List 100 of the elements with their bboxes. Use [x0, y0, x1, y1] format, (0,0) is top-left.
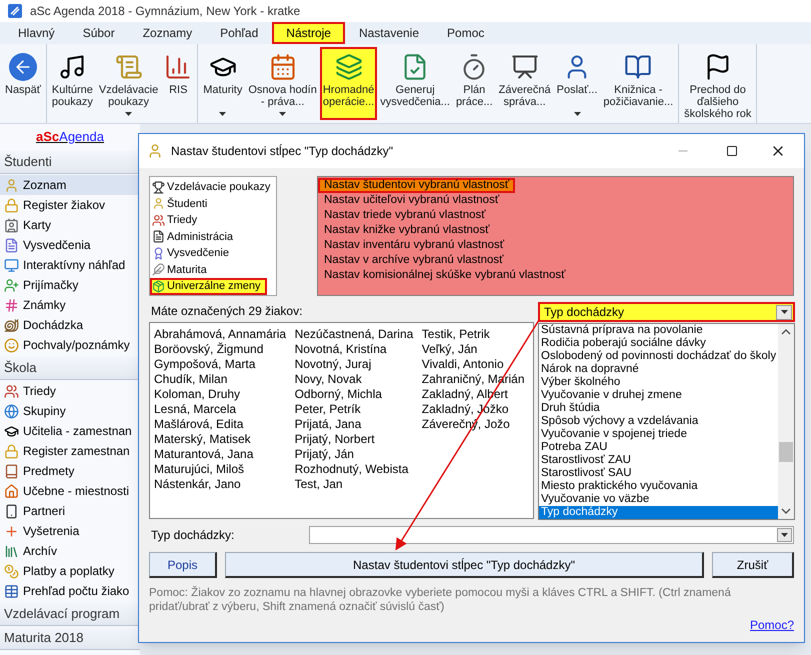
dropdown-option[interactable]: Starostlivosť ZAU [539, 454, 778, 467]
sidebar-item[interactable]: Karty [0, 215, 140, 235]
value-dropdown[interactable] [309, 526, 794, 544]
action-item[interactable]: Nastav učiteľovi vybranú vlastnosť [318, 193, 506, 208]
sidebar-item[interactable]: Platby a poplatky [0, 561, 140, 581]
sidebar-item[interactable]: Register žiakov [0, 195, 140, 215]
category-item[interactable]: Triedy [150, 212, 204, 228]
dropdown-option[interactable]: Starostlivosť SAU [539, 467, 778, 480]
logo-link[interactable]: aScAgenda [36, 127, 104, 147]
menu-tab[interactable]: Pohľad [206, 22, 272, 44]
action-item[interactable]: Nastav triede vybranú vlastnosť [318, 208, 492, 223]
student-name: Odborný, Michla [294, 387, 383, 402]
menu-tab[interactable]: Hlavný [4, 22, 69, 44]
dropdown-option[interactable]: Vyučovanie v druhej zmene [539, 389, 778, 402]
sidebar-section-header[interactable]: Študenti [0, 150, 140, 174]
scrollbar[interactable] [778, 324, 794, 519]
dropdown-option[interactable]: Typ dochádzky [539, 506, 778, 519]
app-icon [8, 4, 22, 18]
category-item[interactable]: Maturita [150, 262, 213, 278]
coins-icon [4, 564, 19, 578]
card-icon [4, 218, 19, 232]
apply-button[interactable]: Nastav študentovi stĺpec "Typ dochádzky" [225, 552, 704, 578]
student-name: Abrahámová, Annamária [154, 327, 288, 342]
sidebar-item[interactable]: Partneri [0, 501, 140, 521]
maximize-icon[interactable] [726, 145, 738, 157]
student-name: Materský, Matisek [154, 432, 252, 447]
dropdown-option[interactable]: Výber školného [539, 376, 778, 389]
cancel-button[interactable]: Zrušiť [712, 552, 794, 578]
sidebar-section-header[interactable]: Maturita 2018 [0, 626, 140, 650]
dropdown-option[interactable]: Nárok na dopravné [539, 363, 778, 376]
caret-icon [780, 310, 788, 314]
dropdown-option[interactable]: Miesto praktického vyučovania [539, 480, 778, 493]
caret-icon [279, 112, 286, 116]
student-name: Nástenkár, Jano [154, 477, 242, 492]
student-name: Peter, Petrík [294, 402, 362, 417]
action-item[interactable]: Nastav komisionálnej skúške vybranú vlastnosť [318, 268, 572, 283]
chart-board-icon [510, 53, 539, 81]
sidebar-item[interactable]: Prijímačky [0, 275, 140, 295]
toolbar-button[interactable]: Plán práce... [452, 47, 496, 120]
action-item[interactable]: Nastav inventáru vybranú vlastnosť [318, 238, 510, 253]
toolbar-button[interactable]: Osnova hodín - práva... [245, 47, 320, 120]
dropdown-option[interactable]: Rodičia poberajú sociálne dávky [539, 337, 778, 350]
sidebar-item[interactable]: Triedy [0, 381, 140, 401]
dropdown-option[interactable]: Vyučovanie vo väzbe [539, 493, 778, 506]
sidebar-item[interactable]: Register zamestnan [0, 441, 140, 461]
dropdown-option[interactable]: Spôsob výchovy a vzdelávania [539, 415, 778, 428]
category-item[interactable]: Vysvedčenie [150, 245, 235, 262]
category-item[interactable]: Študenti [150, 196, 214, 212]
action-item[interactable]: Nastav knižke vybranú vlastnosť [318, 223, 496, 238]
sidebar-item[interactable]: Vyšetrenia [0, 521, 140, 541]
toolbar-button[interactable]: Vzdelávacie poukazy [96, 47, 162, 120]
toolbar-button[interactable]: Maturity [200, 47, 246, 120]
toolbar-button[interactable]: Hromadné operácie... [320, 47, 378, 120]
sidebar-section-header[interactable]: Vzdelávací program [0, 602, 140, 626]
category-item[interactable]: Univerzálne zmeny [150, 278, 267, 294]
menu-tab[interactable]: Nástroje [272, 22, 345, 44]
sidebar-item[interactable]: Interaktívny náhľad [0, 255, 140, 275]
sidebar-item[interactable]: Učitelia - zamestnan [0, 421, 140, 441]
description-button[interactable]: Popis [149, 552, 217, 578]
toolbar-button[interactable]: Knižnica - požičiavanie... [600, 47, 676, 120]
action-item[interactable]: Nastav v archíve vybranú vlastnosť [318, 253, 510, 268]
student-name: Maturantová, Jana [154, 447, 254, 462]
sidebar-item[interactable]: Dochádzka [0, 315, 140, 335]
student-name: Novotný, Juraj [294, 357, 372, 372]
toolbar-button[interactable]: Generuj vysvedčenia... [377, 47, 453, 120]
toolbar-button[interactable]: Kultúrne poukazy [48, 47, 96, 120]
sidebar-item[interactable]: Prehľad počtu žiako [0, 581, 140, 601]
dropdown-option[interactable]: Sústavná príprava na povolanie [539, 324, 778, 337]
sidebar-item[interactable]: Archív [0, 541, 140, 561]
sidebar-item[interactable]: Pochvaly/poznámky [0, 335, 140, 355]
menu-tab[interactable]: Súbor [68, 22, 129, 44]
menu-tab[interactable]: Nastavenie [344, 22, 434, 44]
person-icon [147, 143, 163, 159]
sidebar-item[interactable]: Vysvedčenia [0, 235, 140, 255]
category-item[interactable]: Administrácia [150, 228, 240, 245]
dropdown-option[interactable]: Vyučovanie v spojenej triede [539, 428, 778, 441]
sidebar-section-header[interactable]: Škola [0, 356, 140, 380]
toolbar-button[interactable]: Poslať... [554, 47, 600, 120]
student-name: Prijatý, Norbert [294, 432, 376, 447]
toolbar-button[interactable]: Prechod do ďalšieho školského rok [681, 47, 754, 120]
toolbar-button[interactable]: Naspäť [2, 47, 44, 120]
menu-tab[interactable]: Zoznamy [128, 22, 206, 44]
toolbar-button[interactable]: Záverečná správa... [496, 47, 554, 120]
action-item[interactable]: Nastav študentovi vybranú vlastnosť [318, 178, 516, 193]
student-name: Prijatá, Jana [294, 417, 362, 432]
sidebar-item[interactable]: Zoznam [0, 175, 140, 195]
category-item[interactable]: Vzdelávacie poukazy [150, 179, 276, 196]
dropdown-option[interactable]: Potreba ZAU [539, 441, 778, 454]
help-link[interactable]: Pomoc? [750, 616, 794, 634]
toolbar-button[interactable]: RIS [161, 47, 196, 120]
dropdown-option[interactable]: Druh štúdia [539, 402, 778, 415]
dropdown-option[interactable]: Oslobodený od povinnosti dochádzať do školy [539, 350, 778, 363]
sidebar-item[interactable]: Učebne - miestnosti [0, 481, 140, 501]
sidebar-item[interactable]: Skupiny [0, 401, 140, 421]
column-dropdown[interactable]: Typ dochádzky [538, 302, 796, 322]
caret-icon [125, 112, 132, 116]
sidebar-item[interactable]: Známky [0, 295, 140, 315]
monitor-icon [4, 258, 19, 272]
sidebar-item[interactable]: Predmety [0, 461, 140, 481]
menu-tab[interactable]: Pomoc [433, 22, 498, 44]
